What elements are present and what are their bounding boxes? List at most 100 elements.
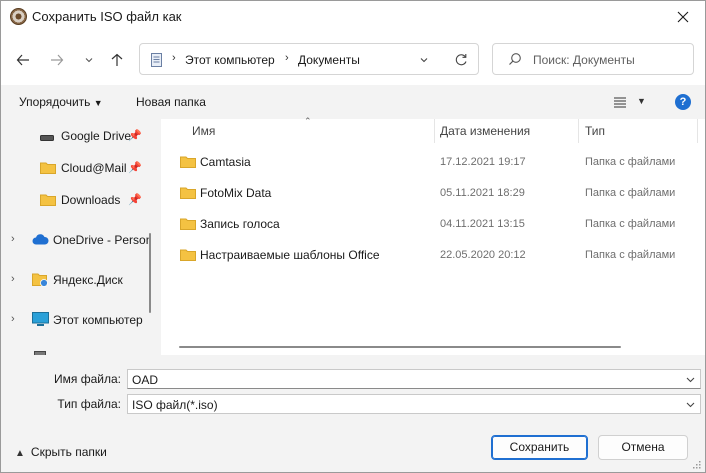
- sidebar-item-label: OneDrive - Personal: [53, 233, 149, 247]
- breadcrumb-this-pc[interactable]: Этот компьютер: [185, 53, 275, 67]
- hide-folders-label: Скрыть папки: [30, 445, 107, 459]
- file-date: 22.05.2020 20:12: [440, 249, 526, 261]
- sidebar-item-label: Google Drive: [61, 129, 132, 143]
- breadcrumb-separator-icon: ›: [285, 52, 289, 64]
- computer-icon: [32, 312, 49, 326]
- file-date: 17.12.2021 19:17: [440, 156, 526, 168]
- sidebar-item-yandex-disk[interactable]: › Яндекс.Диск: [1, 268, 149, 292]
- file-name: Camtasia: [200, 155, 251, 169]
- title-bar: Сохранить ISO файл как: [1, 1, 705, 33]
- table-row[interactable]: FotoMix Data 05.11.2021 18:29 Папка с фа…: [161, 179, 701, 207]
- chevron-down-icon[interactable]: [685, 399, 696, 410]
- forward-button[interactable]: [46, 49, 68, 71]
- sidebar-item-google-drive[interactable]: Google Drive 📌: [1, 124, 149, 148]
- caret-up-icon: ▲: [15, 448, 25, 459]
- folder-icon: [40, 194, 56, 206]
- recent-locations-button[interactable]: [78, 49, 100, 71]
- search-input[interactable]: Поиск: Документы: [492, 43, 694, 75]
- file-name: Запись голоса: [200, 217, 280, 231]
- file-type: Папка с файлами: [585, 156, 676, 168]
- table-row[interactable]: Запись голоса 04.11.2021 13:15 Папка с ф…: [161, 210, 701, 238]
- arrow-up-icon: [111, 53, 123, 66]
- help-icon[interactable]: ?: [675, 94, 691, 110]
- column-divider[interactable]: [578, 119, 579, 143]
- pin-icon: 📌: [128, 162, 142, 174]
- file-type: Папка с файлами: [585, 187, 676, 199]
- dialog-footer: ▲ Скрыть папки Сохранить Отмена: [1, 419, 705, 472]
- table-row[interactable]: Camtasia 17.12.2021 19:17 Папка с файлам…: [161, 148, 701, 176]
- save-dialog: Сохранить ISO файл как › Этот компьютер …: [0, 0, 706, 473]
- save-button[interactable]: Сохранить: [491, 435, 588, 460]
- new-folder-button[interactable]: Новая папка: [136, 95, 206, 109]
- navigation-pane: Google Drive 📌 Cloud@Mail 📌 Downloads 📌 …: [1, 119, 159, 355]
- pin-icon: 📌: [128, 194, 142, 206]
- column-header-type[interactable]: Тип: [585, 119, 605, 143]
- chevron-down-icon[interactable]: [685, 374, 696, 385]
- view-options-caret-icon[interactable]: ▼: [637, 96, 646, 106]
- caret-down-icon: ▼: [93, 98, 103, 108]
- chevron-down-icon[interactable]: [418, 54, 430, 66]
- column-divider[interactable]: [697, 119, 698, 143]
- column-header-name[interactable]: Имя: [192, 119, 215, 143]
- close-button[interactable]: [661, 1, 705, 33]
- up-button[interactable]: [106, 49, 128, 71]
- cloud-icon: [32, 234, 49, 245]
- horizontal-scrollbar[interactable]: [179, 346, 621, 348]
- document-icon: [151, 53, 162, 67]
- file-date: 05.11.2021 18:29: [440, 187, 525, 199]
- view-list-icon[interactable]: [613, 96, 627, 108]
- sidebar-item-downloads[interactable]: Downloads 📌: [1, 188, 149, 212]
- column-header-date[interactable]: Дата изменения: [440, 119, 530, 143]
- navigation-bar: › Этот компьютер › Документы Поиск: Доку…: [1, 33, 705, 85]
- file-list: ⌃ Имя Дата изменения Тип Camtasia 17.12.…: [161, 116, 705, 355]
- column-divider[interactable]: [434, 119, 435, 143]
- folder-icon: [180, 249, 196, 261]
- drive-icon: [40, 135, 54, 141]
- chevron-right-icon[interactable]: ›: [11, 313, 15, 325]
- folder-icon: [180, 187, 196, 199]
- sort-ascending-icon: ⌃: [304, 116, 312, 126]
- sidebar-item-partial[interactable]: [1, 348, 149, 355]
- resize-grip-icon[interactable]: [691, 459, 701, 469]
- file-type: Папка с файлами: [585, 249, 676, 261]
- folder-icon: [180, 218, 196, 230]
- folder-icon: [40, 162, 56, 174]
- search-placeholder: Поиск: Документы: [533, 53, 635, 67]
- chevron-right-icon[interactable]: ›: [11, 233, 15, 245]
- file-name: Настраиваемые шаблоны Office: [200, 248, 380, 262]
- filetype-value: ISO файл(*.iso): [132, 398, 218, 412]
- pin-icon: 📌: [128, 130, 142, 142]
- chevron-right-icon[interactable]: ›: [11, 273, 15, 285]
- file-type: Папка с файлами: [585, 218, 676, 230]
- filename-field[interactable]: OAD: [127, 369, 701, 389]
- filename-label: Имя файла:: [54, 372, 121, 386]
- cancel-button[interactable]: Отмена: [598, 435, 688, 460]
- yandex-disk-icon: [32, 273, 48, 287]
- sidebar-item-onedrive[interactable]: › OneDrive - Personal: [1, 228, 149, 252]
- file-date: 04.11.2021 13:15: [440, 218, 525, 230]
- breadcrumb-documents[interactable]: Документы: [298, 53, 360, 67]
- filename-value: OAD: [132, 373, 159, 387]
- table-row[interactable]: Настраиваемые шаблоны Office 22.05.2020 …: [161, 241, 701, 269]
- sidebar-scrollbar[interactable]: [149, 233, 151, 313]
- back-button[interactable]: [12, 49, 34, 71]
- search-icon: [509, 53, 521, 65]
- sidebar-item-label: Cloud@Mail: [61, 161, 127, 175]
- command-bar: Упорядочить ▼ Новая папка ▼ ?: [1, 85, 705, 119]
- filetype-select[interactable]: ISO файл(*.iso): [127, 394, 701, 414]
- arrow-right-icon: [51, 54, 64, 66]
- hide-folders-button[interactable]: ▲ Скрыть папки: [15, 445, 107, 459]
- file-name: FotoMix Data: [200, 186, 272, 200]
- refresh-icon[interactable]: [453, 52, 469, 68]
- organize-label: Упорядочить: [19, 95, 91, 109]
- address-bar[interactable]: › Этот компьютер › Документы: [139, 43, 479, 75]
- window-title: Сохранить ISO файл как: [32, 9, 182, 24]
- sidebar-item-this-pc[interactable]: › Этот компьютер: [1, 308, 149, 332]
- sidebar-item-cloud-mail[interactable]: Cloud@Mail 📌: [1, 156, 149, 180]
- sidebar-item-label: Этот компьютер: [53, 313, 143, 327]
- organize-button[interactable]: Упорядочить ▼: [19, 95, 103, 109]
- app-icon: [10, 8, 27, 25]
- arrow-left-icon: [16, 54, 29, 66]
- save-fields: Имя файла: OAD Тип файла: ISO файл(*.iso…: [1, 355, 705, 419]
- filetype-label: Тип файла:: [57, 397, 121, 411]
